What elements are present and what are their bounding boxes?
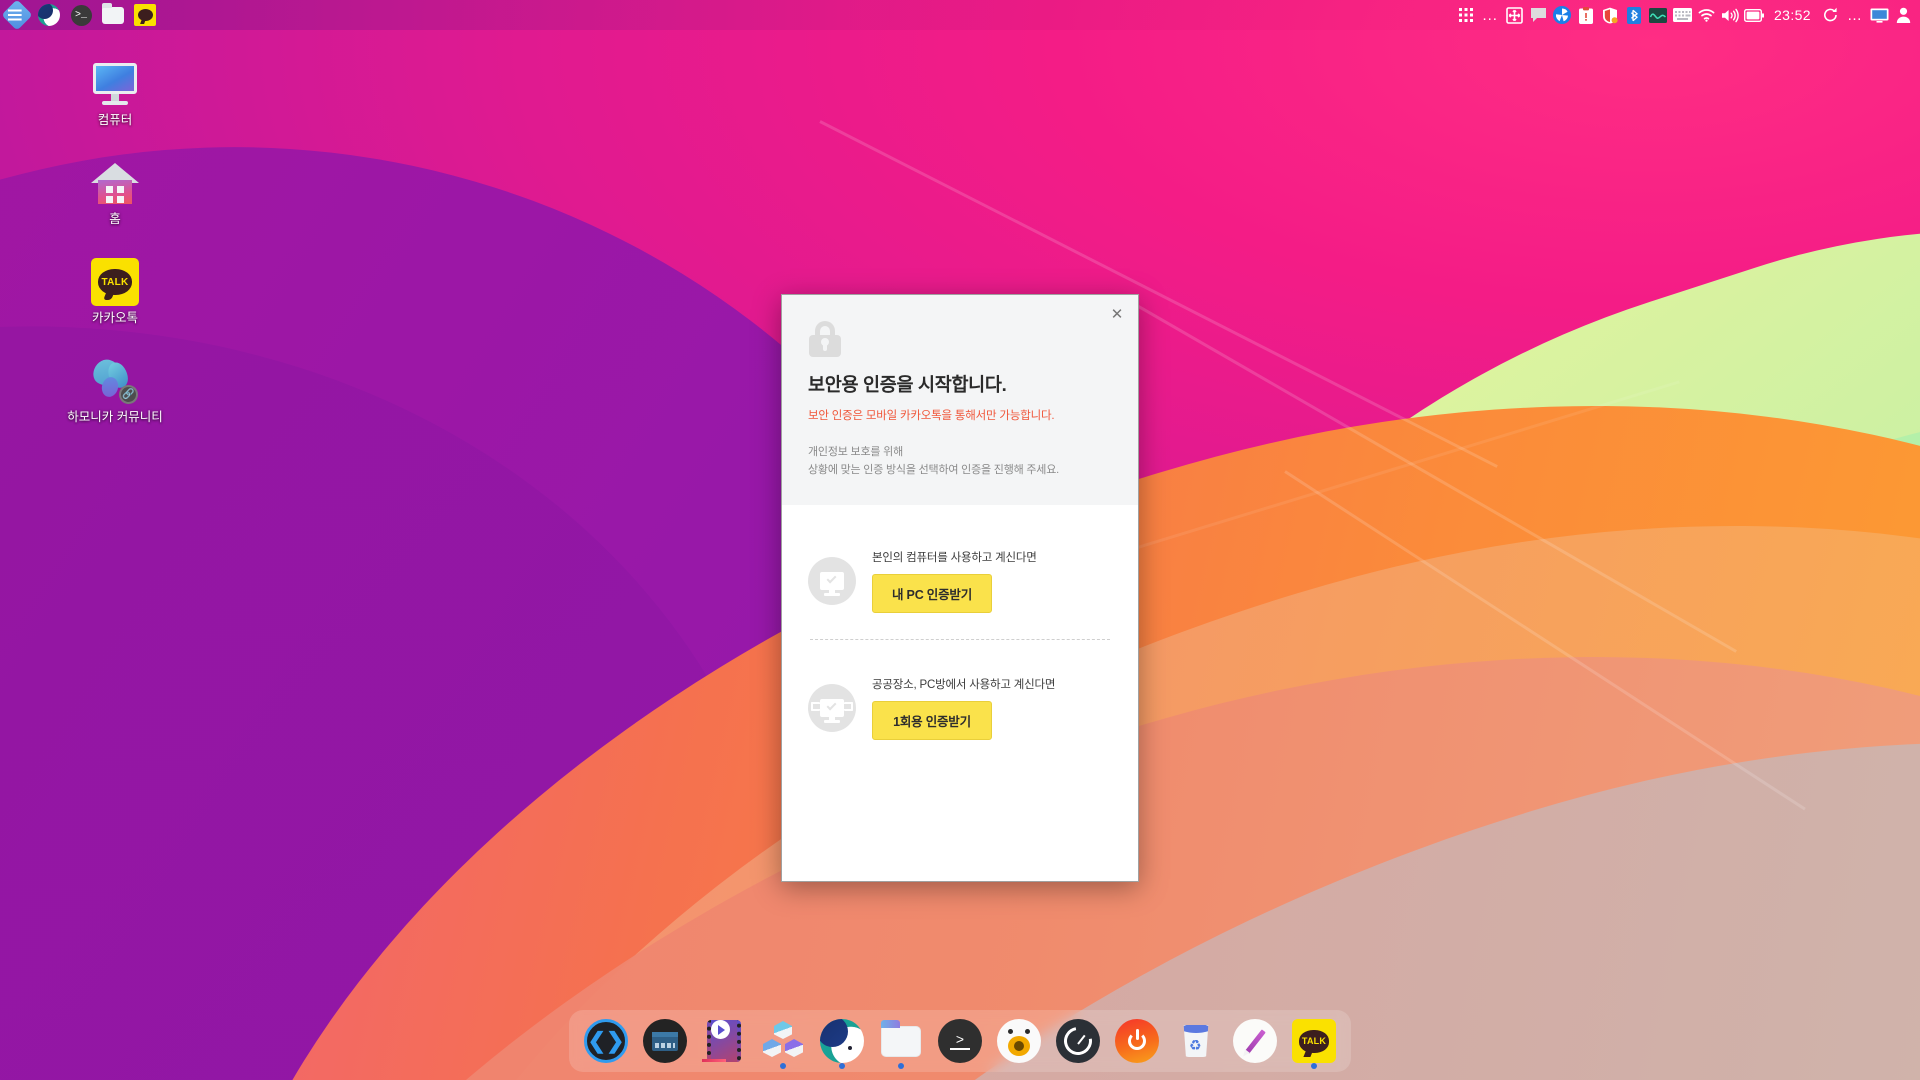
dock-item-kakaotalk[interactable]: TALK [1287, 1014, 1341, 1069]
running-indicator [1311, 1063, 1317, 1069]
one-time-auth-button[interactable]: 1회용 인증받기 [872, 701, 992, 741]
wallpaper-streak [1129, 300, 1737, 653]
dialog-title: 보안용 인증을 시작합니다. [808, 374, 1007, 395]
speedometer-icon [1056, 1019, 1100, 1063]
trash-icon: ♻ [1174, 1019, 1218, 1063]
hamonikr-community-icon: 🔗 [89, 355, 139, 405]
dock-item-trash[interactable]: ♻ [1169, 1014, 1223, 1068]
folder-icon [879, 1019, 923, 1063]
clipboard-icon[interactable] [1576, 4, 1597, 26]
terminal-icon[interactable]: >_ [66, 0, 96, 30]
video-player-icon [702, 1020, 741, 1062]
overflow-dots-icon[interactable]: ... [1479, 8, 1501, 23]
terminal-icon: > [938, 1019, 982, 1063]
dock-item-remote-desktop[interactable] [638, 1014, 692, 1068]
kakaotalk-icon: TALK [91, 258, 139, 306]
system-tray: ... 23:52 … [1455, 4, 1920, 26]
user-account-icon[interactable] [1893, 4, 1914, 26]
home-icon [91, 159, 139, 207]
dock: ❮❯ > ♻ TALK [569, 1010, 1351, 1072]
dock-item-browser[interactable] [815, 1014, 869, 1069]
app-grid-icon[interactable] [1455, 4, 1476, 26]
link-icon: 🔗 [119, 385, 138, 404]
option-public-pc-label: 공공장소, PC방에서 사용하고 계신다면 [872, 679, 1056, 692]
running-indicator [839, 1063, 845, 1069]
file-manager-icon[interactable] [98, 0, 128, 30]
desktop-icon-label: 하모니카 커뮤니티 [67, 410, 163, 424]
kakaotalk-wordmark: TALK [1301, 1036, 1327, 1046]
desktop[interactable]: >_ ... 23:52 … 컴퓨터 홈 TALK 카카오톡 🔗 하모니카 커뮤… [0, 0, 1920, 1080]
battery-icon[interactable] [1744, 4, 1765, 26]
vscode-icon: ❮❯ [584, 1019, 628, 1063]
wifi-icon[interactable] [1696, 4, 1717, 26]
desktop-icon-label: 카카오톡 [91, 311, 138, 325]
tray-overflow-icon[interactable]: … [1844, 8, 1866, 23]
security-auth-dialog[interactable]: ✕ 보안용 인증을 시작합니다. 보안 인증은 모바일 카카오톡을 통해서만 가… [781, 294, 1139, 882]
desktop-icon-community[interactable]: 🔗 하모니카 커뮤니티 [61, 355, 169, 426]
dock-item-power[interactable] [1110, 1014, 1164, 1068]
remote-window-icon [643, 1019, 687, 1063]
chat-bubble-icon[interactable] [1528, 4, 1549, 26]
volume-icon[interactable] [1720, 4, 1741, 26]
pencil-icon [1233, 1019, 1277, 1063]
wallpaper-purple-wave-2 [0, 199, 910, 1080]
dialog-description: 개인정보 보호를 위해 상황에 맞는 인증 방식을 선택하여 인증을 진행해 주… [808, 443, 1112, 479]
top-panel: >_ ... 23:52 … [0, 0, 1920, 31]
dialog-description-line2: 상황에 맞는 인증 방식을 선택하여 인증을 진행해 주세요. [808, 464, 1060, 477]
computer-icon [91, 60, 139, 108]
display-settings-icon[interactable] [1869, 4, 1890, 26]
kakaotalk-wordmark: TALK [101, 276, 129, 288]
desktop-icon-kakaotalk[interactable]: TALK 카카오톡 [61, 258, 169, 327]
option-public-pc-texts: 공공장소, PC방에서 사용하고 계신다면 1회용 인증받기 [872, 676, 1056, 741]
dock-item-video-editor[interactable] [697, 1014, 751, 1068]
kakaotalk-icon[interactable] [130, 0, 160, 30]
lock-icon [808, 321, 842, 357]
dialog-header: ✕ 보안용 인증을 시작합니다. 보안 인증은 모바일 카카오톡을 통해서만 가… [782, 295, 1138, 506]
multi-monitor-check-icon [808, 684, 856, 733]
option-public-pc: 공공장소, PC방에서 사용하고 계신다면 1회용 인증받기 [808, 640, 1112, 741]
bear-eye-icon [997, 1019, 1041, 1063]
dialog-description-line1: 개인정보 보호를 위해 [808, 446, 903, 458]
option-my-pc-texts: 본인의 컴퓨터를 사용하고 계신다면 내 PC 인증받기 [872, 549, 1037, 614]
running-indicator [898, 1063, 904, 1069]
option-my-pc-label: 본인의 컴퓨터를 사용하고 계신다면 [872, 552, 1037, 565]
hamonikr-menu-icon[interactable] [1, 0, 33, 31]
browser-icon[interactable] [34, 0, 64, 30]
desktop-icon-home[interactable]: 홈 [61, 159, 169, 228]
dock-item-vscode[interactable]: ❮❯ [579, 1014, 633, 1068]
whale-browser-icon [820, 1019, 864, 1063]
network-monitor-icon[interactable] [1648, 4, 1669, 26]
dock-item-files[interactable] [874, 1014, 928, 1069]
dialog-warning: 보안 인증은 모바일 카카오톡을 통해서만 가능합니다. [808, 410, 1055, 422]
panel-clock[interactable]: 23:52 [1768, 7, 1817, 23]
dock-item-text-editor[interactable] [1228, 1014, 1282, 1068]
wallpaper-streak [1284, 470, 1806, 811]
panel-launchers: >_ [0, 0, 160, 31]
dock-item-screen-recorder[interactable] [992, 1014, 1046, 1068]
option-my-pc: 본인의 컴퓨터를 사용하고 계신다면 내 PC 인증받기 [808, 505, 1112, 639]
dock-item-terminal[interactable]: > [933, 1014, 987, 1068]
close-icon[interactable]: ✕ [1106, 303, 1128, 325]
dock-item-system-monitor[interactable] [1051, 1014, 1105, 1068]
shutter-screenshot-icon[interactable] [1552, 4, 1573, 26]
software-cubes-icon [761, 1019, 805, 1063]
power-icon [1115, 1019, 1159, 1063]
desktop-icon-label: 컴퓨터 [97, 113, 133, 127]
desktop-icon-label: 홈 [109, 212, 121, 226]
dialog-body: 본인의 컴퓨터를 사용하고 계신다면 내 PC 인증받기 공공장소, PC방에서… [782, 505, 1138, 881]
security-shield-icon[interactable] [1600, 4, 1621, 26]
update-refresh-icon[interactable] [1820, 4, 1841, 26]
dock-item-software[interactable] [756, 1014, 810, 1069]
kakaotalk-icon: TALK [1292, 1019, 1336, 1063]
desktop-icon-computer[interactable]: 컴퓨터 [61, 60, 169, 129]
workspace-move-icon[interactable] [1504, 4, 1525, 26]
monitor-check-icon [808, 557, 856, 606]
my-pc-auth-button[interactable]: 내 PC 인증받기 [872, 574, 992, 614]
keyboard-layout-icon[interactable] [1672, 4, 1693, 26]
bluetooth-icon[interactable] [1624, 4, 1645, 26]
running-indicator [780, 1063, 786, 1069]
